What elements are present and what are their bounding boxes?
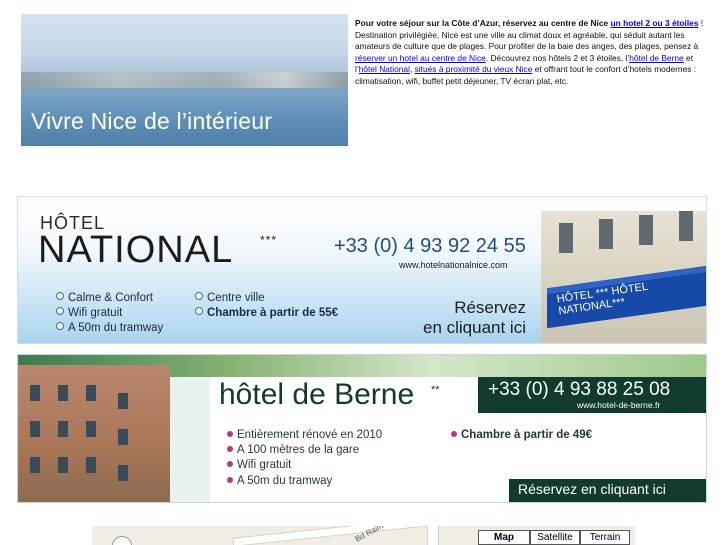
window bbox=[58, 457, 68, 473]
window bbox=[30, 421, 40, 437]
map-type-terrain-button[interactable]: Terrain bbox=[580, 530, 630, 545]
bullet-icon bbox=[227, 446, 233, 452]
window bbox=[679, 211, 693, 241]
berne-feature: A 100 mètres de la gare bbox=[227, 444, 359, 456]
bullet-icon bbox=[227, 431, 233, 437]
map-type-map-button[interactable]: Map bbox=[478, 530, 530, 545]
window bbox=[30, 385, 40, 401]
national-feature: Calme & Confort bbox=[56, 292, 153, 304]
intro-text-part: ! bbox=[698, 18, 704, 28]
berne-feature: Wifi gratuit bbox=[227, 459, 291, 471]
map-road bbox=[427, 526, 439, 545]
national-reserve-link[interactable]: Réservez en cliquant ici bbox=[396, 298, 526, 338]
hero-banner-image: Vivre Nice de l’intérieur bbox=[21, 14, 348, 146]
hotel-national-banner[interactable]: HÔTEL NATIONAL *** +33 (0) 4 93 92 24 55… bbox=[17, 196, 707, 344]
pan-control-icon[interactable] bbox=[112, 536, 132, 545]
window bbox=[86, 421, 96, 437]
national-price: Chambre à partir de 55€ bbox=[195, 307, 338, 319]
berne-feature-label: Entièrement rénové en 2010 bbox=[237, 429, 383, 441]
intro-text-part: . Découvrez nos hôtels 2 et 3 étoiles, l… bbox=[485, 52, 630, 63]
berne-feature-label: Wifi gratuit bbox=[237, 459, 292, 471]
berne-title: hôtel de Berne bbox=[219, 378, 415, 411]
national-stars: *** bbox=[260, 233, 278, 247]
national-facade-photo: HÔTEL *** HÔTEL NATIONAL*** bbox=[541, 211, 706, 343]
national-reserve-line1: Réservez bbox=[454, 298, 526, 317]
intro-text: Pour votre séjour sur la Côte d’Azur, ré… bbox=[355, 18, 705, 146]
national-price-label: Chambre à partir de 55€ bbox=[207, 307, 339, 319]
bullet-icon bbox=[56, 292, 64, 300]
national-feature: A 50m du tramway bbox=[56, 322, 163, 334]
intro-lead: Pour votre séjour sur la Côte d’Azur, ré… bbox=[355, 18, 609, 28]
window bbox=[58, 421, 68, 437]
berne-feature-label: A 100 mètres de la gare bbox=[237, 444, 360, 456]
window bbox=[118, 429, 128, 445]
national-feature-label: Calme & Confort bbox=[68, 292, 154, 304]
berne-price-label: Chambre à partir de 49€ bbox=[461, 429, 593, 441]
bullet-icon bbox=[195, 307, 203, 315]
window bbox=[30, 457, 40, 473]
window bbox=[86, 385, 96, 401]
berne-feature-label: A 50m du tramway bbox=[237, 475, 333, 487]
national-name: NATIONAL bbox=[38, 229, 234, 271]
window bbox=[599, 219, 613, 249]
berne-phone: +33 (0) 4 93 88 25 08 bbox=[488, 379, 671, 400]
link-hotel-national[interactable]: hôtel National bbox=[359, 64, 410, 74]
bullet-icon bbox=[56, 322, 64, 330]
link-reserve-hotel-nice[interactable]: réserver un hotel au centre de Nice bbox=[355, 53, 486, 63]
bullet-icon bbox=[227, 461, 233, 467]
window bbox=[86, 457, 96, 473]
national-feature: Wifi gratuit bbox=[56, 307, 122, 319]
intro-text-part: Destination privilégiée, Nice est une vi… bbox=[355, 29, 699, 52]
national-feature-label: Wifi gratuit bbox=[68, 307, 123, 319]
bullet-icon bbox=[195, 292, 203, 300]
national-reserve-line2: en cliquant ici bbox=[422, 318, 526, 337]
link-vieux-nice[interactable]: situés à proximité du vieux Nice bbox=[415, 64, 533, 74]
window bbox=[118, 465, 128, 481]
map-type-satellite-button[interactable]: Satellite bbox=[530, 530, 580, 545]
bullet-icon bbox=[56, 307, 64, 315]
berne-stars: ** bbox=[431, 384, 440, 396]
berne-building-photo bbox=[18, 365, 170, 502]
link-hotel-de-berne[interactable]: hôtel de Berne bbox=[629, 53, 683, 63]
window bbox=[559, 223, 573, 253]
hero-caption: Vivre Nice de l’intérieur bbox=[31, 108, 273, 134]
link-hotel-2-3-stars[interactable]: un hotel 2 ou 3 étoiles bbox=[611, 18, 699, 28]
national-url: www.hotelnationalnice.com bbox=[399, 260, 508, 270]
bullet-icon bbox=[227, 477, 233, 483]
city-skyline bbox=[21, 72, 348, 88]
berne-feature: A 50m du tramway bbox=[227, 475, 332, 487]
national-feature: Centre ville bbox=[195, 292, 265, 304]
hotel-berne-banner[interactable]: hôtel de Berne ** +33 (0) 4 93 88 25 08 … bbox=[17, 354, 707, 503]
window bbox=[639, 215, 653, 245]
national-phone: +33 (0) 4 93 92 24 55 bbox=[334, 235, 526, 257]
bullet-icon bbox=[451, 431, 457, 437]
window bbox=[118, 393, 128, 409]
berne-url: www.hotel-de-berne.fr bbox=[577, 400, 661, 410]
berne-reserve-label: Réservez en cliquant ici bbox=[518, 481, 666, 497]
national-feature-label: A 50m du tramway bbox=[68, 322, 164, 334]
berne-feature: Entièrement rénové en 2010 bbox=[227, 429, 382, 441]
window bbox=[58, 385, 68, 401]
national-feature-label: Centre ville bbox=[207, 292, 265, 304]
berne-price: Chambre à partir de 49€ bbox=[451, 429, 592, 441]
